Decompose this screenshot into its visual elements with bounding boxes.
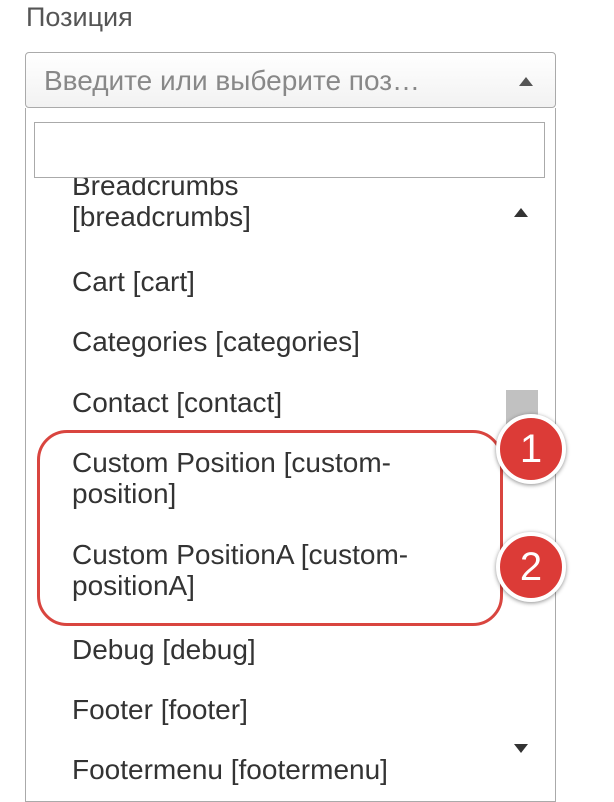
option-label: Cart [cart] bbox=[72, 266, 195, 297]
position-select[interactable]: Введите или выберите поз… bbox=[25, 52, 556, 108]
option-label: Debug [debug] bbox=[72, 634, 256, 665]
option-label: Contact [contact] bbox=[72, 387, 283, 418]
annotation-marker-1: 1 bbox=[496, 414, 566, 484]
list-item[interactable]: Contact [contact] bbox=[72, 387, 492, 418]
highlight-outline bbox=[37, 430, 503, 626]
annotation-marker-2: 2 bbox=[496, 532, 566, 602]
scroll-up-arrow-icon[interactable] bbox=[514, 208, 528, 217]
option-label: Footer [footer] bbox=[72, 694, 248, 725]
option-label: Footermenu [footermenu] bbox=[72, 754, 388, 785]
option-label: Breadcrumbs bbox=[72, 178, 239, 201]
caret-up-icon[interactable] bbox=[519, 77, 533, 86]
list-item[interactable]: Categories [categories] bbox=[72, 326, 492, 357]
option-label: Categories [categories] bbox=[72, 326, 360, 357]
scroll-down-arrow-icon[interactable] bbox=[514, 744, 528, 753]
field-label: Позиция bbox=[26, 2, 133, 32]
option-label-cont: [breadcrumbs] bbox=[72, 201, 251, 232]
list-item[interactable]: Footer [footer] bbox=[72, 694, 492, 725]
list-item[interactable]: Footermenu [footermenu] bbox=[72, 754, 492, 785]
search-input[interactable] bbox=[34, 122, 545, 178]
select-placeholder: Введите или выберите поз… bbox=[44, 65, 421, 96]
list-item[interactable]: Cart [cart] bbox=[72, 266, 492, 297]
list-item[interactable]: Breadcrumbs [breadcrumbs] bbox=[72, 178, 492, 232]
list-item[interactable]: Debug [debug] bbox=[72, 634, 492, 665]
